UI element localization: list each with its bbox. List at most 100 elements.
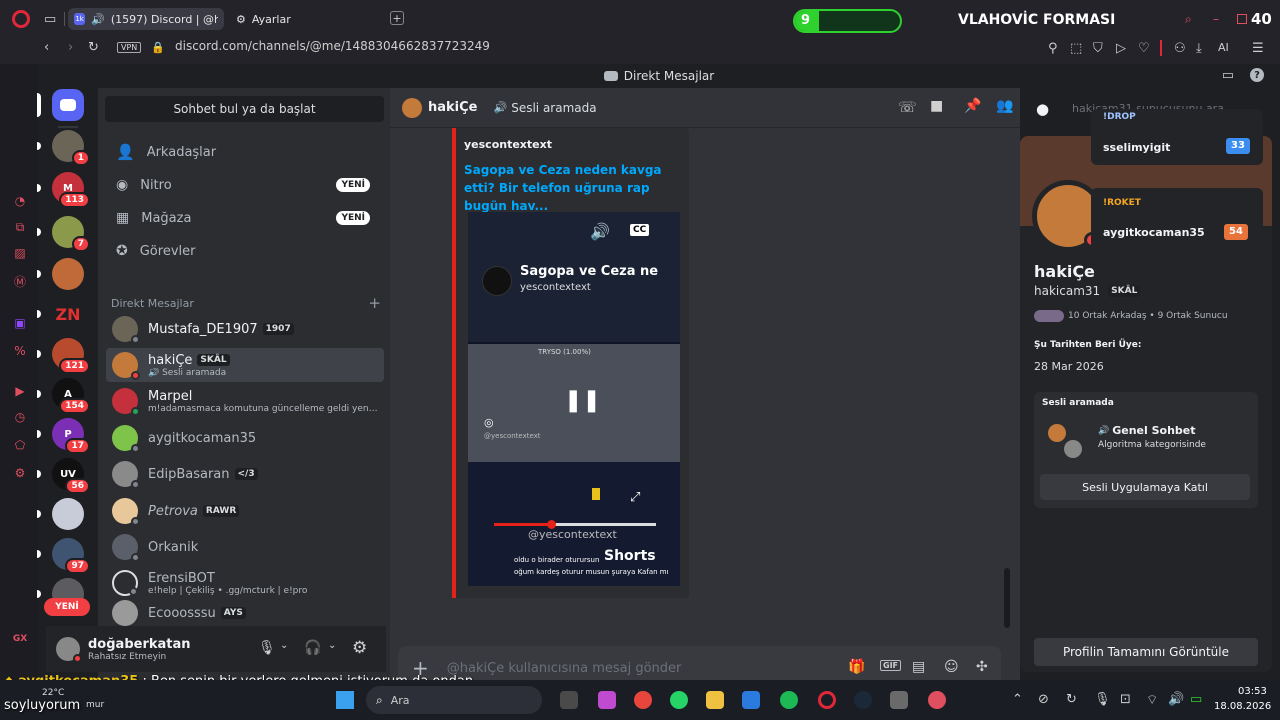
user-profile-icon[interactable]: ● bbox=[1036, 100, 1049, 118]
windows-start-icon[interactable] bbox=[336, 691, 354, 709]
dm-item[interactable]: Orkanik bbox=[106, 530, 384, 564]
clock-time[interactable]: 03:53 bbox=[1238, 686, 1267, 697]
game-icon[interactable] bbox=[890, 691, 908, 709]
tab-settings[interactable]: ⚙ Ayarlar bbox=[230, 8, 380, 30]
gif-icon[interactable]: GIF bbox=[880, 660, 902, 671]
microphone-icon[interactable]: 🎙 bbox=[258, 640, 276, 656]
server-icon[interactable]: 7 bbox=[52, 216, 90, 252]
taskbar-search[interactable]: ⌕ Ara bbox=[366, 686, 542, 714]
inbox-icon[interactable]: ▭ bbox=[1222, 68, 1234, 83]
find-conversation-button[interactable]: Sohbet bul ya da başlat bbox=[105, 96, 384, 122]
copilot-icon[interactable] bbox=[598, 691, 616, 709]
server-icon[interactable]: M 113 bbox=[52, 172, 90, 208]
store-icon[interactable] bbox=[742, 691, 760, 709]
reload-icon[interactable]: ↻ bbox=[88, 40, 99, 55]
dm-item[interactable]: Petrova RAWR bbox=[106, 494, 384, 528]
folder-icon[interactable] bbox=[706, 691, 724, 709]
dm-item[interactable]: EdipBasaran </3 bbox=[106, 457, 384, 491]
captions-button[interactable]: CC bbox=[630, 224, 650, 236]
percent-icon[interactable]: % bbox=[11, 342, 29, 360]
chevron-up-icon[interactable]: ⌃ bbox=[1012, 692, 1023, 707]
view-full-profile-button[interactable]: Profilin Tamamını Görüntüle bbox=[1034, 638, 1258, 666]
nav-nitro[interactable]: ◉ Nitro YENİ bbox=[106, 170, 384, 200]
dm-item[interactable]: ErensiBOT e!help | Çekiliş • .gg/mcturk |… bbox=[106, 566, 384, 600]
steam-icon[interactable] bbox=[854, 691, 872, 709]
clock-date[interactable]: 18.08.2026 bbox=[1214, 701, 1271, 712]
aria-icon[interactable]: AI bbox=[1218, 41, 1229, 54]
recording-icon[interactable] bbox=[928, 691, 946, 709]
heart-icon[interactable]: ♡ bbox=[1138, 41, 1150, 56]
nav-shop[interactable]: ▦ Mağaza YENİ bbox=[106, 203, 384, 233]
speed-dial-icon[interactable]: ◔ bbox=[11, 192, 29, 210]
new-tab-button[interactable]: + bbox=[390, 11, 404, 25]
server-icon[interactable]: A 154 bbox=[52, 378, 90, 414]
pin-icon[interactable]: ⚲ bbox=[1048, 41, 1058, 56]
emoji-icon[interactable]: ☺ bbox=[944, 659, 959, 675]
dm-item[interactable]: Ecooosssu AYS bbox=[106, 600, 384, 626]
dm-item[interactable]: Mustafa_DE1907 1907 bbox=[106, 312, 384, 346]
headphones-icon[interactable]: 🎧 bbox=[304, 640, 321, 656]
tray-icon[interactable]: ⊡ bbox=[1120, 692, 1131, 707]
messenger-icon[interactable]: Ⓜ bbox=[11, 272, 29, 290]
pin-icon[interactable]: 📌 bbox=[964, 98, 981, 114]
nav-friends[interactable]: 👤 Arkadaşlar bbox=[106, 137, 384, 167]
snapshot-icon[interactable]: ⬚ bbox=[1070, 41, 1082, 56]
extensions-icon[interactable]: ⧉ bbox=[11, 218, 29, 236]
lock-icon[interactable]: 🔒 bbox=[151, 41, 165, 54]
history-icon[interactable]: ◷ bbox=[11, 408, 29, 426]
dm-item-selected[interactable]: hakiÇe SKÂL 🔊 Sesli aramada bbox=[106, 348, 384, 382]
chevron-down-icon[interactable]: ⌄ bbox=[328, 640, 336, 651]
pause-icon[interactable]: ❚❚ bbox=[564, 388, 601, 413]
speaker-icon[interactable]: 🔊 bbox=[91, 13, 105, 26]
user-avatar[interactable] bbox=[56, 637, 82, 663]
tab-discord[interactable]: 1k 🔊 (1597) Discord | @hakiÇ bbox=[68, 8, 224, 30]
settings-icon[interactable]: ⚙ bbox=[11, 464, 29, 482]
create-dm-icon[interactable]: + bbox=[368, 294, 381, 312]
server-icon[interactable]: 97 bbox=[52, 538, 90, 574]
dm-item[interactable]: aygitkocaman35 bbox=[106, 421, 384, 455]
embed-title[interactable]: Sagopa ve Ceza neden kavga etti? Bir tel… bbox=[464, 161, 674, 215]
forward-icon[interactable]: › bbox=[68, 40, 73, 55]
tray-icon[interactable]: ⊘ bbox=[1038, 692, 1049, 707]
battery-icon[interactable]: ▭ bbox=[1190, 692, 1202, 707]
sticker-icon[interactable]: ▤ bbox=[912, 659, 925, 675]
video-progress-track[interactable] bbox=[494, 520, 656, 529]
gx-icon[interactable]: GX bbox=[11, 630, 29, 648]
workspaces-icon[interactable]: ▭ bbox=[44, 12, 56, 27]
wifi-icon[interactable]: ⌔ bbox=[1146, 692, 1158, 708]
apps-icon[interactable]: ✣ bbox=[976, 659, 988, 675]
server-icon[interactable]: P 17 bbox=[52, 418, 90, 454]
profile-mutuals[interactable]: 10 Ortak Arkadaş • 9 Ortak Sunucu bbox=[1034, 310, 1228, 322]
flow-icon[interactable]: ⬠ bbox=[11, 436, 29, 454]
file-manager-icon[interactable] bbox=[560, 691, 578, 709]
server-icon[interactable]: 121 bbox=[52, 338, 90, 374]
video-call-icon[interactable]: ■ bbox=[930, 98, 943, 114]
opera-logo-icon[interactable] bbox=[12, 10, 30, 28]
play-icon[interactable]: ▷ bbox=[1116, 41, 1126, 56]
chevron-down-icon[interactable]: ⌄ bbox=[280, 640, 288, 651]
opera-gx-icon[interactable] bbox=[818, 691, 836, 709]
server-icon[interactable]: UV 56 bbox=[52, 458, 90, 494]
twitch-icon[interactable]: ▣ bbox=[11, 314, 29, 332]
nav-quests[interactable]: ✪ Görevler bbox=[106, 236, 384, 266]
chrome-icon[interactable] bbox=[634, 691, 652, 709]
chat-scrollbar[interactable] bbox=[1004, 568, 1010, 628]
volume-icon[interactable]: 🔊 bbox=[590, 222, 610, 241]
join-voice-button[interactable]: Sesli Uygulamaya Katıl bbox=[1040, 474, 1250, 500]
tray-icon[interactable]: ↻ bbox=[1066, 692, 1077, 707]
gift-icon[interactable]: 🎁 bbox=[848, 659, 865, 675]
voice-call-icon[interactable]: ☏ bbox=[898, 98, 917, 116]
settings-icon[interactable]: ⚙ bbox=[352, 638, 367, 658]
whatsapp-icon[interactable] bbox=[670, 691, 688, 709]
menu-icon[interactable]: ☰ bbox=[1252, 41, 1264, 56]
profile-icon[interactable]: ⚇ bbox=[1174, 41, 1186, 56]
home-button[interactable] bbox=[52, 89, 84, 121]
fullscreen-icon[interactable]: ⤢ bbox=[630, 490, 640, 505]
download-icon[interactable]: ⤓ bbox=[1196, 41, 1202, 56]
player-icon[interactable]: ▶ bbox=[11, 382, 29, 400]
dm-item[interactable]: Marpel m!adamasmaca komutuna güncelleme g… bbox=[106, 384, 384, 418]
message-input[interactable]: @hakiÇe kullanıcısına mesaj gönder bbox=[447, 661, 682, 676]
shield-icon[interactable]: ⛉ bbox=[1093, 41, 1103, 56]
wallet-icon[interactable]: ▨ bbox=[11, 244, 29, 262]
server-icon[interactable]: 1 bbox=[52, 130, 90, 166]
